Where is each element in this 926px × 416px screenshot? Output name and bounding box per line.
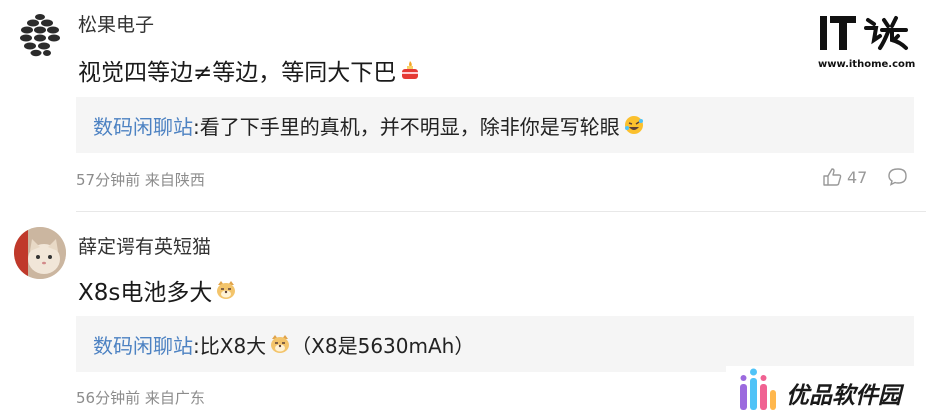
watermark-text: 优品软件园 bbox=[786, 383, 901, 409]
comment-body: X8s电池多大 bbox=[78, 280, 213, 306]
reply-box: 数码闲聊站 :比X8大 （X8是5630mAh） bbox=[76, 316, 914, 372]
reply-author[interactable]: 数码闲聊站 bbox=[93, 330, 193, 359]
fire-cake-emoji-icon bbox=[402, 61, 419, 79]
doge-emoji-icon bbox=[271, 335, 290, 353]
comment-location: 来自广东 bbox=[144, 389, 205, 407]
reply-body: :比X8大 bbox=[193, 333, 267, 358]
thumbs-up-icon[interactable] bbox=[821, 166, 843, 188]
reply-body-suffix: （X8是5630mAh） bbox=[291, 333, 475, 358]
ithome-url: www.ithome.com bbox=[818, 59, 916, 70]
pinecone-icon bbox=[20, 14, 60, 57]
reply-body: :看了下手里的真机，并不明显，除非你是写轮眼 bbox=[193, 114, 620, 139]
comment-time: 57分钟前 bbox=[76, 171, 141, 189]
comment-body: 视觉四等边≠等边，等同大下巴 bbox=[78, 60, 397, 86]
comment-text: X8s电池多大 bbox=[78, 273, 237, 307]
reply-author[interactable]: 数码闲聊站 bbox=[93, 111, 193, 140]
reply-text: :比X8大 （X8是5630mAh） bbox=[193, 330, 474, 359]
like-count: 47 bbox=[847, 167, 868, 187]
rofl-emoji-icon bbox=[624, 116, 643, 134]
comment-meta: 56分钟前 来自广东 bbox=[76, 387, 205, 408]
reply-text: :看了下手里的真机，并不明显，除非你是写轮眼 bbox=[193, 111, 645, 140]
username[interactable]: 薛定谔有英短猫 bbox=[78, 232, 211, 259]
watermark-logo-icon bbox=[740, 368, 776, 410]
comment-meta: 57分钟前 来自陕西 bbox=[76, 169, 205, 190]
cat-avatar-icon bbox=[14, 227, 66, 279]
comment-time: 56分钟前 bbox=[76, 389, 141, 407]
comment-actions: 47 bbox=[821, 166, 909, 188]
username[interactable]: 松果电子 bbox=[78, 10, 154, 37]
comment-bubble-icon[interactable] bbox=[887, 166, 909, 188]
doge-emoji-icon bbox=[217, 281, 236, 299]
avatar[interactable] bbox=[14, 227, 66, 279]
comment-location: 来自陕西 bbox=[144, 171, 205, 189]
reply-box: 数码闲聊站 :看了下手里的真机，并不明显，除非你是写轮眼 bbox=[76, 97, 914, 153]
avatar[interactable] bbox=[14, 9, 66, 61]
comment-text: 视觉四等边≠等边，等同大下巴 bbox=[78, 53, 421, 87]
watermark: 优品软件园 bbox=[726, 366, 926, 416]
comment-divider bbox=[76, 211, 926, 212]
